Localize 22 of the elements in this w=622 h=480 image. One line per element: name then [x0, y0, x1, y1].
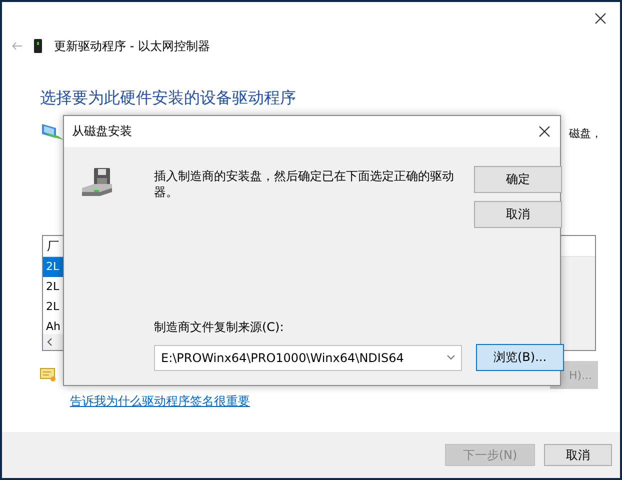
instruction-text: 磁盘， — [569, 126, 602, 140]
dialog-message: 插入制造商的安装盘，然后确定已在下面选定正确的驱动器。 — [154, 168, 455, 201]
cancel-button[interactable]: 取消 — [474, 201, 562, 228]
scroll-left-icon[interactable] — [47, 338, 52, 346]
close-icon[interactable] — [595, 12, 606, 24]
dialog-title: 从磁盘安装 — [72, 123, 132, 140]
list-item[interactable]: 2L — [43, 297, 63, 317]
list-item[interactable]: 2L — [43, 257, 63, 277]
cancel-button[interactable]: 取消 — [544, 444, 612, 466]
browse-button[interactable]: 浏览(B)... — [476, 344, 564, 371]
list-item[interactable]: 2L — [43, 277, 63, 297]
dropdown-caret-icon[interactable] — [447, 355, 455, 360]
ok-button[interactable]: 确定 — [474, 166, 562, 193]
source-label: 制造商文件复制来源(C): — [154, 319, 285, 336]
network-adapter-icon — [34, 39, 42, 53]
source-combo-box[interactable]: E:\PROWinx64\PRO1000\Winx64\NDIS64 — [154, 344, 462, 370]
close-icon[interactable] — [539, 126, 550, 137]
certificate-icon — [40, 368, 56, 382]
signing-info-link[interactable]: 告诉我为什么驱动程序签名很重要 — [70, 393, 250, 410]
window-title: 更新驱动程序 - 以太网控制器 — [54, 38, 210, 54]
page-heading: 选择要为此硬件安装的设备驱动程序 — [40, 88, 297, 109]
list-item[interactable]: Ah — [43, 317, 63, 334]
